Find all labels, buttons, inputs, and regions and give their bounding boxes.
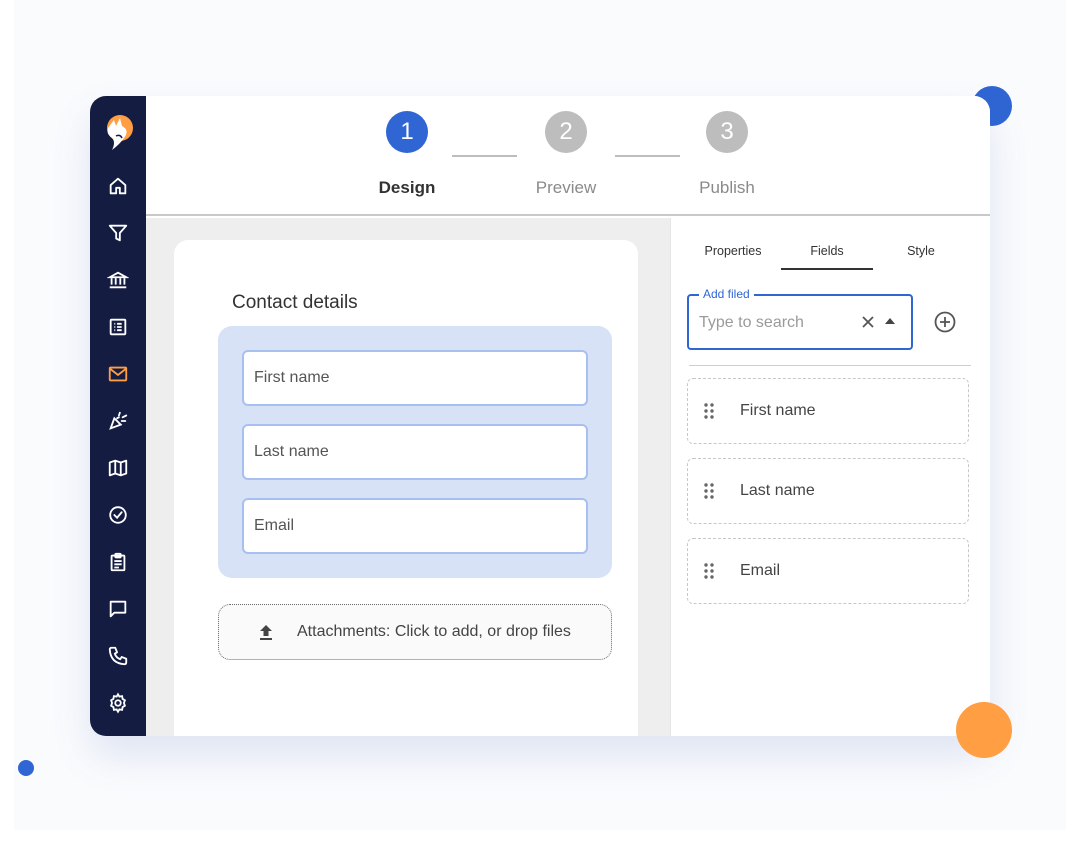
fox-logo[interactable] [104, 114, 134, 152]
upload-icon [260, 625, 272, 640]
chat-icon[interactable] [106, 597, 130, 621]
clipboard-icon[interactable] [106, 550, 130, 574]
mail-icon[interactable] [106, 362, 130, 386]
search-placeholder[interactable]: Type to search [699, 314, 804, 332]
home-icon[interactable] [106, 174, 130, 198]
email-field[interactable]: Email [242, 498, 588, 554]
map-icon[interactable] [106, 456, 130, 480]
step-3-label[interactable]: Publish [667, 178, 787, 198]
settings-icon[interactable] [106, 691, 130, 715]
close-icon[interactable] [859, 313, 877, 331]
add-circle-icon[interactable] [933, 310, 957, 334]
decorative-dot [956, 702, 1012, 758]
add-field-search[interactable]: Add filed Type to search [687, 287, 913, 350]
tab-style[interactable]: Style [875, 244, 967, 270]
step-connector [452, 155, 517, 157]
bank-icon[interactable] [106, 268, 130, 292]
field-group[interactable]: First name Last name Email [218, 326, 612, 578]
form-canvas: Contact details First name Last name Ema… [146, 218, 670, 736]
field-list-label: Last name [740, 482, 815, 499]
field-list-item[interactable]: Last name [687, 458, 969, 524]
step-connector [615, 155, 680, 157]
party-icon[interactable] [106, 409, 130, 433]
decorative-dot [18, 760, 34, 776]
step-3-circle[interactable]: 3 [706, 111, 748, 153]
step-1-circle[interactable]: 1 [386, 111, 428, 153]
field-list-label: Email [740, 562, 781, 579]
drag-handle-icon[interactable] [704, 563, 714, 579]
field-list-item[interactable]: First name [687, 378, 969, 444]
check-circle-icon[interactable] [106, 503, 130, 527]
step-1-label[interactable]: Design [347, 178, 467, 198]
form-card: Contact details First name Last name Ema… [174, 240, 638, 736]
phone-icon[interactable] [106, 644, 130, 668]
search-legend: Add filed [699, 287, 754, 301]
settings-panel: Properties Fields Style Add filed Type t… [670, 218, 990, 736]
tab-properties[interactable]: Properties [687, 244, 779, 270]
caret-up-icon[interactable] [885, 318, 895, 324]
form-title: Contact details [232, 292, 358, 313]
field-list-label: First name [740, 402, 816, 419]
sidebar [90, 96, 146, 736]
divider [689, 365, 971, 366]
first-name-field[interactable]: First name [242, 350, 588, 406]
app-window: 1 2 3 Design Preview Publish Contact det… [90, 96, 990, 736]
list-icon[interactable] [106, 315, 130, 339]
step-2-label[interactable]: Preview [506, 178, 626, 198]
drag-handle-icon[interactable] [704, 483, 714, 499]
attachments-label: Attachments: Click to add, or drop files [297, 623, 571, 640]
filter-icon[interactable] [106, 221, 130, 245]
tab-fields[interactable]: Fields [781, 244, 873, 270]
last-name-field[interactable]: Last name [242, 424, 588, 480]
drag-handle-icon[interactable] [704, 403, 714, 419]
field-list-item[interactable]: Email [687, 538, 969, 604]
step-2-circle[interactable]: 2 [545, 111, 587, 153]
stepper: 1 2 3 Design Preview Publish [146, 96, 990, 216]
attachments-dropzone[interactable]: Attachments: Click to add, or drop files [218, 604, 612, 660]
